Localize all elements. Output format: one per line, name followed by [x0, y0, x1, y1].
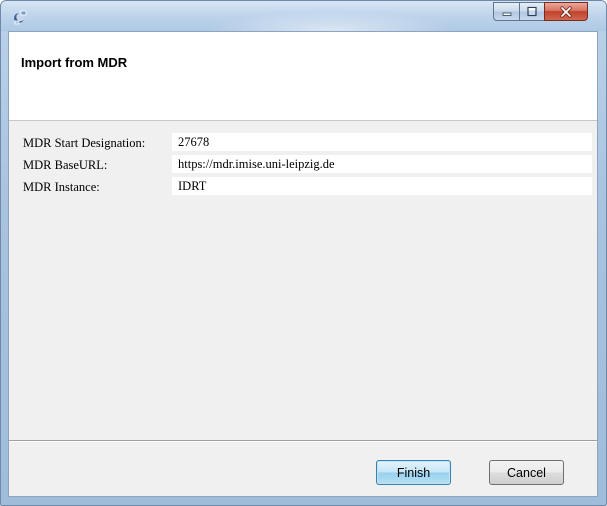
- form-row-start-designation: MDR Start Designation:: [9, 133, 597, 153]
- form-row-base-url: MDR BaseURL:: [9, 155, 597, 175]
- title-bar[interactable]: [1, 1, 606, 31]
- start-designation-input[interactable]: [172, 133, 592, 151]
- cancel-button[interactable]: Cancel: [489, 460, 564, 485]
- form-row-instance: MDR Instance:: [9, 177, 597, 197]
- minimize-button[interactable]: [493, 2, 520, 21]
- instance-input[interactable]: [172, 177, 592, 195]
- dialog-client-area: Import from MDR MDR Start Designation: M…: [8, 31, 598, 497]
- start-designation-label: MDR Start Designation:: [23, 136, 146, 150]
- maximize-icon: [527, 6, 537, 17]
- instance-label: MDR Instance:: [23, 180, 100, 194]
- base-url-input[interactable]: [172, 155, 592, 173]
- wizard-header: Import from MDR: [9, 32, 597, 121]
- close-icon: [560, 5, 572, 18]
- maximize-button[interactable]: [519, 2, 545, 21]
- minimize-icon: [502, 12, 511, 16]
- page-title: Import from MDR: [21, 55, 128, 70]
- footer-divider: [9, 440, 597, 442]
- eclipse-app-icon[interactable]: [12, 9, 28, 25]
- close-button[interactable]: [544, 2, 588, 21]
- base-url-label: MDR BaseURL:: [23, 158, 108, 172]
- dialog-window: Import from MDR MDR Start Designation: M…: [0, 0, 607, 506]
- finish-button[interactable]: Finish: [376, 460, 451, 485]
